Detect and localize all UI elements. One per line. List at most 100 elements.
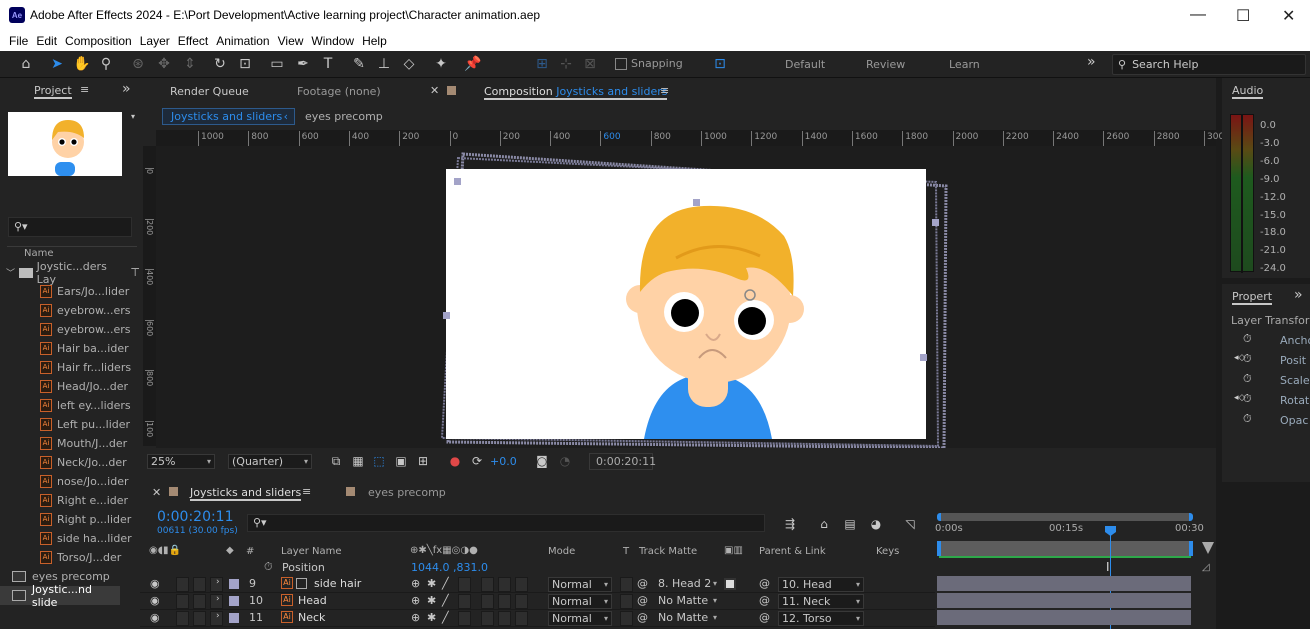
zoom-slider-icon[interactable]: ◿ (1202, 562, 1210, 573)
work-area-navigator[interactable] (937, 513, 1193, 521)
stopwatch-icon[interactable]: ⏱ (1243, 372, 1252, 386)
collapse-switch-icon[interactable]: ✱ (427, 611, 436, 624)
viewer-timecode[interactable]: 0:00:20:11 (589, 453, 656, 470)
project-item-row[interactable]: Ai Head/Jo...der (0, 377, 140, 396)
parent-dropdown[interactable]: 12. Torso ▾ (778, 611, 864, 626)
dolly-camera-icon[interactable]: ⇕ (180, 54, 200, 74)
property-row[interactable]: ⏱ Ancho (1222, 332, 1310, 350)
matte-pickwhip-icon[interactable]: @ (637, 611, 648, 624)
close-button[interactable]: ✕ (1282, 6, 1295, 26)
parent-dropdown[interactable]: 11. Neck ▾ (778, 594, 864, 609)
zoom-tool-icon[interactable]: ⚲ (96, 54, 116, 74)
layer-name-column-header[interactable]: Layer Name (281, 546, 342, 557)
effects-switch[interactable] (458, 577, 471, 592)
mask-visibility-icon[interactable]: ⬚ (369, 451, 389, 471)
axis-view-icon[interactable]: ⊠ (580, 54, 600, 74)
stopwatch-icon[interactable]: ⏱ (1243, 412, 1252, 426)
project-item-row[interactable]: Ai left ey...liders (0, 396, 140, 415)
effects-switch[interactable] (458, 611, 471, 626)
matte-pickwhip-icon[interactable]: @ (637, 577, 648, 590)
timeline-layer-row[interactable]: ◉ › 10 Ai Head ⊕ ✱ ╱ Normal ▾ @ No Matte ▾ @11. Neck ▾ (140, 593, 935, 610)
3d-switch[interactable] (515, 611, 528, 626)
snapping-checkbox[interactable] (615, 57, 627, 70)
blend-mode-dropdown[interactable]: Normal ▾ (548, 611, 612, 626)
transparency-grid-icon[interactable]: ▦ (348, 451, 368, 471)
pen-tool-icon[interactable]: ✒ (293, 54, 313, 74)
layer-name[interactable]: Neck (298, 611, 325, 624)
layer-bar-neck[interactable] (937, 610, 1191, 625)
eraser-tool-icon[interactable]: ◇ (399, 54, 419, 74)
collapse-switch-icon[interactable]: ✱ (427, 577, 436, 590)
timeline-layer-row[interactable]: ◉ › 11 Ai Neck ⊕ ✱ ╱ Normal ▾ @ No Matte ▾ @12. Torso… (140, 610, 935, 627)
eye-icon[interactable]: ◉ (150, 594, 160, 607)
panel-menu-icon[interactable]: ≡ (302, 485, 311, 498)
timeline-search-input[interactable]: ⚲▾ (247, 514, 765, 532)
axis-world-icon[interactable]: ⊹ (556, 54, 576, 74)
axis-local-icon[interactable]: ⊞ (532, 54, 552, 74)
motion-blur-icon[interactable]: ◕ (866, 514, 886, 534)
time-graph[interactable]: 0:00s 00:15s 00:30 I (935, 512, 1216, 629)
shy-switch-icon[interactable]: ⊕ (411, 577, 420, 590)
project-item-row[interactable]: Ai Hair fr...liders (0, 358, 140, 377)
search-help-field[interactable]: ⚲ Search Help (1112, 54, 1306, 75)
comp-mini-flowchart-icon[interactable]: ⇶ (780, 514, 800, 534)
project-item-row[interactable]: Ai side ha...lider (0, 529, 140, 548)
snapshot-camera-icon[interactable]: ◙ (532, 451, 552, 471)
stopwatch-icon[interactable]: ⏱ (1243, 332, 1252, 346)
eye-icon[interactable]: ◉ (150, 611, 160, 624)
timeline-tab-joysticks[interactable]: Joysticks and sliders (190, 486, 302, 501)
property-row[interactable]: ◂◇ ⏱ Rotat (1222, 392, 1310, 410)
reset-exposure-icon[interactable]: ⟳ (467, 451, 487, 471)
current-time-display[interactable]: 0:00:20:11 (157, 509, 234, 525)
project-item-row[interactable]: Ai Neck/Jo...der (0, 453, 140, 472)
project-search-input[interactable]: ⚲▾ (8, 217, 132, 237)
rectangle-tool-icon[interactable]: ▭ (267, 54, 287, 74)
menu-effect[interactable]: Effect (178, 34, 208, 48)
project-item-row[interactable]: Ai eyebrow...ers (0, 301, 140, 320)
motion-blur-switch[interactable] (481, 577, 494, 592)
eye-icon[interactable]: ◉ (150, 577, 160, 590)
audio-tab[interactable]: Audio (1232, 84, 1264, 99)
matte-pickwhip-icon[interactable]: @ (637, 594, 648, 607)
solo-switch[interactable] (193, 577, 206, 592)
name-column-header[interactable]: Name (24, 248, 54, 259)
menu-animation[interactable]: Animation (216, 34, 269, 48)
chevron-right-icon[interactable]: › (216, 594, 220, 604)
selection-tool-icon[interactable]: ➤ (47, 54, 67, 74)
footage-tab[interactable]: Footage (none) (297, 85, 381, 98)
project-item-row[interactable]: Ai eyebrow...ers (0, 320, 140, 339)
rotation-tool-icon[interactable]: ↻ (210, 54, 230, 74)
frame-blending-icon[interactable]: ▤ (840, 514, 860, 534)
fast-previews-icon[interactable]: ⧉ (326, 451, 346, 471)
layer-name[interactable]: side hair (314, 577, 361, 590)
track-matte-dropdown[interactable]: No Matte ▾ (655, 611, 720, 626)
property-row[interactable]: ⏱ Opac (1222, 412, 1310, 430)
resolution-dropdown[interactable]: (Quarter) ▾ (228, 454, 312, 469)
parent-dropdown[interactable]: 10. Head ▾ (778, 577, 864, 592)
quality-switch-icon[interactable]: ╱ (442, 611, 449, 624)
thumbnail-dropdown-icon[interactable]: ▾ (131, 112, 135, 121)
workspace-overflow-button[interactable]: » (1087, 54, 1096, 70)
3d-switch[interactable] (515, 577, 528, 592)
label-color-swatch[interactable] (229, 596, 239, 606)
panel-menu-icon[interactable]: ≡ (660, 84, 669, 97)
breadcrumb-current[interactable]: Joysticks and sliders ‹ (162, 108, 295, 125)
track-matte-dropdown[interactable]: No Matte ▾ (655, 594, 720, 609)
properties-tab[interactable]: Propert (1232, 290, 1273, 305)
comp-row-joysticks[interactable]: Joystic...nd slide (0, 583, 120, 609)
blend-mode-dropdown[interactable]: Normal ▾ (548, 577, 612, 592)
puppet-pin-icon[interactable]: 📌 (463, 54, 483, 74)
project-item-row[interactable]: Ai nose/Jo...ider (0, 472, 140, 491)
collapse-switch-icon[interactable]: ✱ (427, 594, 436, 607)
menu-help[interactable]: Help (362, 34, 387, 48)
project-item-row[interactable]: Ai Right p...lider (0, 510, 140, 529)
maximize-button[interactable]: ☐ (1236, 6, 1250, 26)
property-row[interactable]: ◂◇ ⏱ Posit (1222, 352, 1310, 370)
panel-overflow-icon[interactable]: » (122, 81, 131, 97)
project-item-row[interactable]: Ai Mouth/J...der (0, 434, 140, 453)
label-color-swatch[interactable] (229, 579, 239, 589)
project-item-row[interactable]: Ai Hair ba...ider (0, 339, 140, 358)
home-icon[interactable]: ⌂ (16, 54, 36, 74)
roto-brush-icon[interactable]: ✦ (431, 54, 451, 74)
timeline-tab-eyes-precomp[interactable]: eyes precomp (368, 486, 446, 499)
